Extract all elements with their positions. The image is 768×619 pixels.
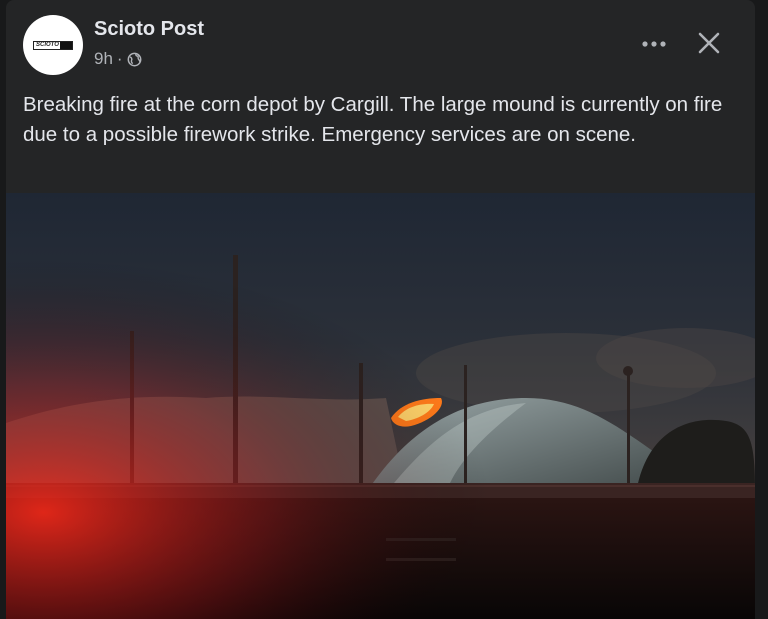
post-card: SCIOTO Scioto Post 9h · Breaking fire at… bbox=[6, 0, 755, 619]
logo-text: SCIOTO bbox=[36, 42, 59, 48]
post-photo[interactable] bbox=[6, 193, 755, 619]
logo-block bbox=[60, 41, 72, 49]
globe-icon[interactable] bbox=[127, 52, 142, 67]
meta-separator: · bbox=[116, 49, 123, 68]
close-button[interactable] bbox=[694, 28, 724, 58]
scioto-post-logo: SCIOTO bbox=[33, 40, 73, 50]
close-icon bbox=[698, 32, 720, 54]
more-options-button[interactable] bbox=[639, 30, 669, 58]
post-time[interactable]: 9h bbox=[94, 49, 113, 69]
more-dots-icon bbox=[642, 41, 666, 47]
post-header: SCIOTO Scioto Post 9h · bbox=[6, 0, 755, 84]
page-name[interactable]: Scioto Post bbox=[94, 18, 204, 41]
page-avatar[interactable]: SCIOTO bbox=[23, 15, 83, 75]
post-meta: 9h · bbox=[94, 49, 142, 69]
post-text: Breaking fire at the corn depot by Cargi… bbox=[23, 93, 723, 146]
